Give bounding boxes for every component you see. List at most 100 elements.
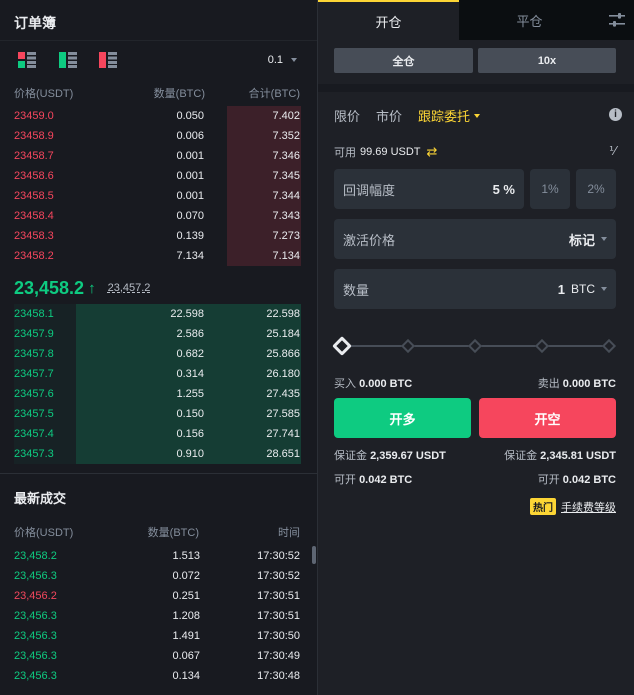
row-qty: 0.001 <box>176 190 204 202</box>
tab-close[interactable]: 平仓 <box>459 0 600 40</box>
row-qty: 0.001 <box>176 170 204 182</box>
activation-price-label: 激活价格 <box>343 232 396 248</box>
quantity-value: 1 <box>557 281 565 297</box>
row-total: 7.134 <box>272 250 300 262</box>
trade-qty: 1.513 <box>172 550 200 562</box>
row-price: 23458.3 <box>14 230 54 242</box>
chevron-down-icon <box>601 237 607 241</box>
quantity-unit: BTC <box>571 282 595 296</box>
callback-rate-field[interactable]: 回调幅度 5 % <box>334 169 524 209</box>
mark-price[interactable]: 23,457.2 <box>108 282 151 294</box>
order-type-tabs: 限价 市价 跟踪委托 <box>334 106 481 125</box>
slider-mark-100[interactable] <box>601 338 617 354</box>
trade-qty: 0.072 <box>172 570 200 582</box>
row-total: 7.402 <box>272 110 300 122</box>
ask-row[interactable]: 23458.7 0.001 7.346 <box>0 146 317 166</box>
ask-row[interactable]: 23458.9 0.006 7.352 <box>0 126 317 146</box>
quantity-field[interactable]: 数量 1 BTC <box>334 269 616 309</box>
can-open-label: 可开 <box>334 474 356 486</box>
row-price: 23458.4 <box>14 210 54 222</box>
bid-row[interactable]: 23457.7 0.314 26.180 <box>0 364 317 384</box>
row-price: 23457.8 <box>14 348 54 360</box>
open-short-button[interactable]: 开空 <box>479 398 616 438</box>
calculator-icon[interactable]: ⅟ <box>609 144 616 158</box>
arrow-up-icon: ↑ <box>88 279 96 297</box>
margin-mode-button[interactable]: 全仓 <box>334 48 473 73</box>
row-total: 7.352 <box>272 130 300 142</box>
ask-row[interactable]: 23458.3 0.139 7.273 <box>0 226 317 246</box>
trades-header-price: 价格(USDT) <box>14 527 74 539</box>
available-value: 99.69 USDT <box>360 146 421 158</box>
last-price: 23,458.2 <box>14 277 85 298</box>
trade-time: 17:30:48 <box>257 670 300 682</box>
bid-row[interactable]: 23457.6 1.255 27.435 <box>0 384 317 404</box>
bid-row[interactable]: 23457.5 0.150 27.585 <box>0 404 317 424</box>
order-type-limit[interactable]: 限价 <box>334 106 360 125</box>
callback-rate-label: 回调幅度 <box>343 182 396 198</box>
quantity-value-group: 1 BTC <box>558 282 607 297</box>
ask-row[interactable]: 23458.6 0.001 7.345 <box>0 166 317 186</box>
trade-qty: 0.067 <box>172 650 200 662</box>
ask-row[interactable]: 23458.4 0.070 7.343 <box>0 206 317 226</box>
ask-row[interactable]: 23458.5 0.001 7.344 <box>0 186 317 206</box>
row-total: 7.346 <box>272 150 300 162</box>
callback-option-2[interactable]: 2% <box>576 169 616 209</box>
trades-scrollbar[interactable] <box>312 546 316 564</box>
slider-mark-75[interactable] <box>534 338 550 354</box>
bid-row[interactable]: 23457.8 0.682 25.866 <box>0 344 317 364</box>
activation-price-field[interactable]: 激活价格 标记 <box>334 219 616 259</box>
quantity-unit-select[interactable]: BTC <box>571 282 595 296</box>
fee-tier-row: 热门 手续费等级 <box>530 498 616 515</box>
ask-row[interactable]: 23458.2 7.134 7.134 <box>0 246 317 266</box>
asks-only-view-icon[interactable] <box>99 52 117 68</box>
sell-amount: 卖出 0.000 BTC <box>538 375 616 391</box>
can-open-label: 可开 <box>537 474 560 486</box>
row-total: 27.435 <box>266 388 300 400</box>
row-total: 27.741 <box>266 428 300 440</box>
row-qty: 0.001 <box>176 150 204 162</box>
row-price: 23457.7 <box>14 368 54 380</box>
margin-long-value: 2,359.67 USDT <box>370 450 446 462</box>
row-total: 28.651 <box>266 448 300 460</box>
precision-select[interactable]: 0.1 <box>268 54 297 66</box>
bid-row[interactable]: 23458.1 22.598 22.598 <box>0 304 317 324</box>
margin-label: 保证金 <box>504 450 538 462</box>
row-total: 25.866 <box>266 348 300 360</box>
callback-option-1[interactable]: 1% <box>530 169 570 209</box>
slider-mark-25[interactable] <box>400 338 416 354</box>
row-qty: 0.139 <box>176 230 204 242</box>
order-type-market[interactable]: 市价 <box>376 106 402 125</box>
bid-row[interactable]: 23457.9 2.586 25.184 <box>0 324 317 344</box>
tab-open[interactable]: 开仓 <box>318 0 459 40</box>
bid-row[interactable]: 23457.4 0.156 27.741 <box>0 424 317 444</box>
slider-handle[interactable] <box>332 336 352 356</box>
both-sides-view-icon[interactable] <box>18 52 36 68</box>
info-icon[interactable]: i <box>609 108 622 121</box>
buy-label: 买入 <box>334 378 356 390</box>
row-qty: 0.050 <box>176 110 204 122</box>
transfer-icon[interactable]: ⇄ <box>427 144 438 160</box>
slider-mark-50[interactable] <box>467 338 483 354</box>
buy-amount: 买入 0.000 BTC <box>334 375 412 391</box>
ask-row[interactable]: 23459.0 0.050 7.402 <box>0 106 317 126</box>
bid-row[interactable]: 23457.3 0.910 28.651 <box>0 444 317 464</box>
leverage-button[interactable]: 10x <box>478 48 616 73</box>
trade-price: 23,456.3 <box>14 670 57 682</box>
trade-row: 23,456.3 0.134 17:30:48 <box>0 666 317 686</box>
trade-row: 23,456.3 1.491 17:30:50 <box>0 626 317 646</box>
order-type-trailing[interactable]: 跟踪委托 <box>418 106 481 125</box>
activation-price-type[interactable]: 标记 <box>569 230 607 249</box>
row-qty: 0.070 <box>176 210 204 222</box>
trade-price: 23,456.3 <box>14 570 57 582</box>
quantity-label: 数量 <box>343 282 370 298</box>
bids-only-view-icon[interactable] <box>59 52 77 68</box>
trade-row: 23,456.2 0.251 17:30:51 <box>0 586 317 606</box>
open-long-button[interactable]: 开多 <box>334 398 471 438</box>
fee-tier-link[interactable]: 手续费等级 <box>561 499 616 515</box>
sliders-icon[interactable] <box>600 0 634 40</box>
row-price: 23458.1 <box>14 308 54 320</box>
row-price: 23458.2 <box>14 250 54 262</box>
quantity-slider[interactable] <box>332 336 617 356</box>
order-book-panel: 订单簿 0.1 价格(USDT) 数量(BTC) 合计(BTC) 23459.0… <box>0 0 317 695</box>
trade-panel: 开仓 平仓 全仓 10x 限价 市价 跟踪委托 i 可用 99.69 USDT … <box>318 0 634 695</box>
